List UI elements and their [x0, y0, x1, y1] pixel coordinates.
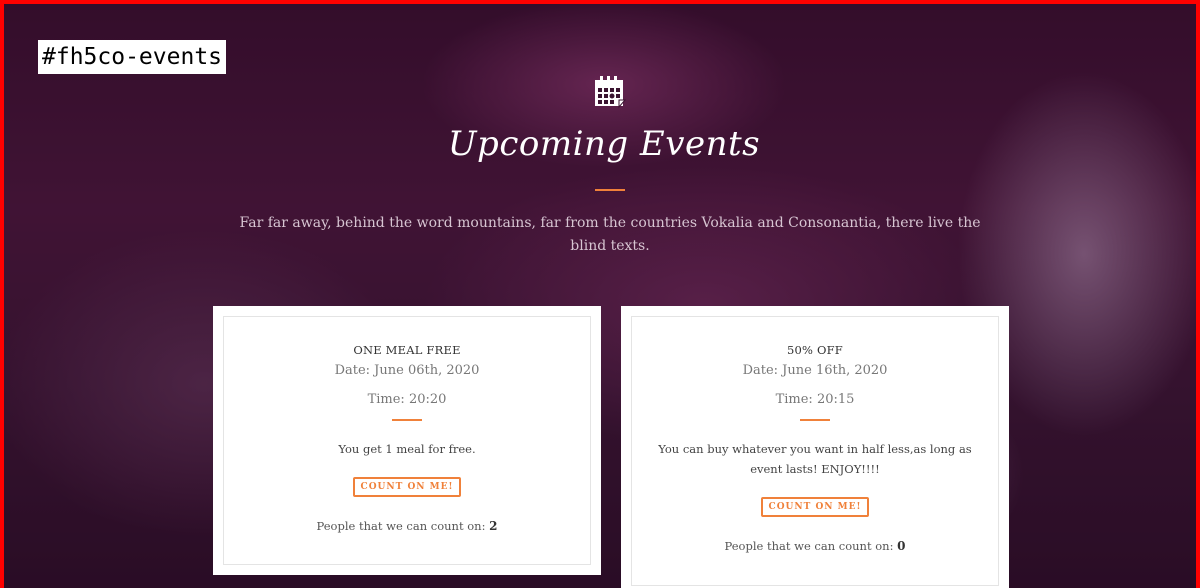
- event-card-50-off: 50% OFF Date: June 16th, 2020 Time: 20:1…: [621, 306, 1009, 588]
- people-count-value: 2: [489, 519, 498, 533]
- event-description: You get 1 meal for free.: [338, 442, 476, 456]
- count-on-me-button[interactable]: COUNT ON ME!: [352, 477, 462, 497]
- people-count: People that we can count on: 0: [632, 539, 998, 553]
- event-name: ONE MEAL FREE: [353, 343, 461, 357]
- event-divider: [800, 419, 830, 421]
- event-description: You can buy whatever you want in half le…: [658, 442, 972, 476]
- event-card-inner: 50% OFF Date: June 16th, 2020 Time: 20:1…: [631, 316, 999, 586]
- event-date: Date: June 16th, 2020: [742, 363, 888, 378]
- people-count-label: People that we can count on:: [316, 519, 486, 533]
- event-date: Date: June 06th, 2020: [334, 363, 480, 378]
- count-on-me-button[interactable]: COUNT ON ME!: [760, 497, 870, 517]
- calendar-icon: [595, 76, 627, 109]
- event-time: Time: 20:20: [367, 392, 447, 407]
- section-title: Upcoming Events: [447, 124, 761, 164]
- event-divider: [392, 419, 422, 421]
- event-name: 50% OFF: [786, 343, 843, 357]
- section-anchor-label: #fh5co-events: [38, 40, 227, 74]
- title-divider: [595, 189, 625, 191]
- section-subtitle: Far far away, behind the word mountains,…: [239, 215, 981, 254]
- people-count: People that we can count on: 2: [224, 519, 590, 533]
- event-time: Time: 20:15: [775, 392, 855, 407]
- people-count-value: 0: [897, 539, 906, 553]
- event-card-one-meal-free: ONE MEAL FREE Date: June 06th, 2020 Time…: [213, 306, 601, 575]
- event-card-inner: ONE MEAL FREE Date: June 06th, 2020 Time…: [223, 316, 591, 565]
- people-count-label: People that we can count on:: [724, 539, 894, 553]
- events-section: #fh5co-events Upcoming Events Far far aw…: [0, 0, 1200, 588]
